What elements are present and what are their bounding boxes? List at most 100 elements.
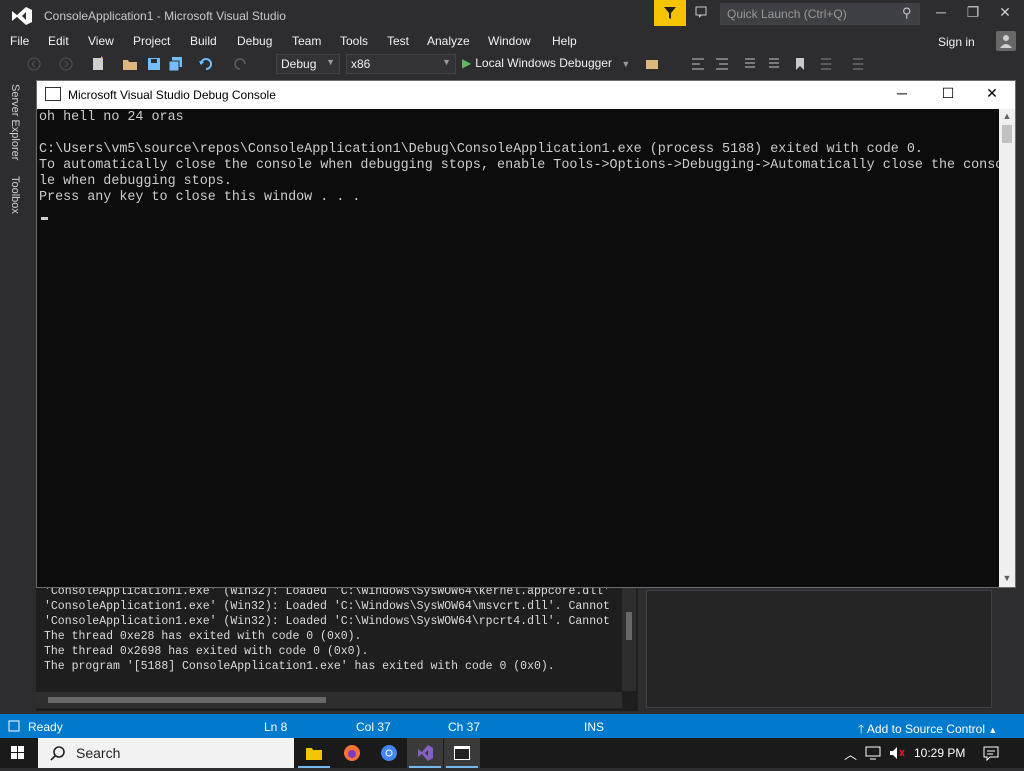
close-button[interactable]: ✕ <box>990 4 1020 24</box>
console-output[interactable]: oh hell no 24 oras C:\Users\vm5\source\r… <box>37 109 1003 587</box>
menu-test[interactable]: Test <box>387 34 409 48</box>
output-line: The program '[5188] ConsoleApplication1.… <box>44 660 555 673</box>
volume-muted-icon[interactable] <box>888 745 906 761</box>
step-icon[interactable] <box>690 56 706 72</box>
back-icon[interactable] <box>26 56 42 72</box>
search-icon <box>50 746 65 761</box>
tab-toolbox[interactable]: Toolbox <box>9 176 21 214</box>
console-scroll-thumb[interactable] <box>1002 125 1012 143</box>
menu-window[interactable]: Window <box>488 34 531 48</box>
debug-console-window[interactable]: Microsoft Visual Studio Debug Console ─ … <box>36 80 1016 588</box>
notification-center-icon[interactable] <box>982 745 1000 761</box>
status-bar: Ready Ln 8 Col 37 Ch 37 INS 🡑 Add to Sou… <box>0 714 1024 738</box>
taskbar-clock[interactable]: 10:29 PM <box>914 746 965 760</box>
save-icon[interactable] <box>146 56 162 72</box>
redo-icon[interactable] <box>232 56 248 72</box>
debug-target-icon[interactable] <box>644 56 660 72</box>
new-project-icon[interactable] <box>90 56 106 72</box>
feedback-icon[interactable] <box>694 4 714 24</box>
console-title: Microsoft Visual Studio Debug Console <box>68 88 276 102</box>
open-folder-icon[interactable] <box>122 56 138 72</box>
taskbar-visual-studio[interactable] <box>407 738 443 768</box>
notification-filter-icon[interactable] <box>654 0 686 26</box>
platform-dropdown[interactable]: x86 ▼ <box>346 54 456 74</box>
window-title: ConsoleApplication1 - Microsoft Visual S… <box>44 9 286 23</box>
taskbar-search-box[interactable]: Search <box>38 738 294 768</box>
right-tool-pane <box>646 590 992 708</box>
console-window-icon <box>454 746 470 760</box>
tab-server-explorer[interactable]: Server Explorer <box>9 84 21 160</box>
bookmark-icon[interactable] <box>792 56 808 72</box>
output-horizontal-scroll-thumb[interactable] <box>48 697 326 703</box>
console-maximize-button[interactable]: ☐ <box>925 85 971 105</box>
output-line: 'ConsoleApplication1.exe' (Win32): Loade… <box>44 615 610 628</box>
menu-edit[interactable]: Edit <box>48 34 69 48</box>
console-window-icon <box>45 87 61 101</box>
scroll-up-icon[interactable]: ▲ <box>999 111 1015 121</box>
scroll-down-icon[interactable]: ▼ <box>999 573 1015 583</box>
menu-file[interactable]: File <box>10 34 29 48</box>
console-line: le when debugging stops. <box>39 174 232 189</box>
menu-build[interactable]: Build <box>190 34 217 48</box>
prev-bookmark-icon[interactable] <box>818 56 834 72</box>
windows-logo-icon <box>11 746 24 759</box>
chevron-up-icon[interactable]: ︿ <box>844 744 857 763</box>
ready-icon <box>8 720 20 732</box>
run-label: Local Windows Debugger <box>475 56 612 70</box>
menu-debug[interactable]: Debug <box>237 34 272 48</box>
start-button[interactable] <box>0 738 36 768</box>
chevron-down-icon: ▼ <box>621 59 631 69</box>
side-tool-tabs: Server Explorer Toolbox <box>0 78 32 714</box>
output-vertical-scroll-thumb[interactable] <box>626 612 632 640</box>
console-minimize-button[interactable]: ─ <box>879 85 925 105</box>
start-debugging-button[interactable]: ▶ Local Windows Debugger ▼ <box>462 56 630 70</box>
menu-tools[interactable]: Tools <box>340 34 368 48</box>
source-control-label: Add to Source Control <box>866 722 985 736</box>
console-close-button[interactable]: ✕ <box>969 85 1015 105</box>
configuration-value: Debug <box>281 57 317 71</box>
search-icon[interactable]: ⚲ <box>902 5 912 21</box>
minimize-button[interactable]: ─ <box>926 4 956 24</box>
next-bookmark-icon[interactable] <box>850 56 866 72</box>
console-vertical-scrollbar[interactable] <box>999 109 1015 587</box>
taskbar-firefox[interactable] <box>334 738 370 768</box>
chrome-icon <box>381 745 397 761</box>
menu-team[interactable]: Team <box>292 34 321 48</box>
menu-help[interactable]: Help <box>552 34 577 48</box>
menu-project[interactable]: Project <box>133 34 170 48</box>
restore-button[interactable]: ❐ <box>958 4 988 24</box>
menu-bar: File Edit View Project Build Debug Team … <box>0 32 1024 52</box>
sign-in-link[interactable]: Sign in <box>938 35 975 49</box>
uncomment-icon[interactable] <box>766 56 782 72</box>
taskbar-console-window[interactable] <box>444 738 480 768</box>
status-line: Ln 8 <box>264 720 288 734</box>
console-title-bar[interactable]: Microsoft Visual Studio Debug Console ─ … <box>37 81 1015 109</box>
quick-launch-input[interactable]: Quick Launch (Ctrl+Q) <box>720 3 920 25</box>
forward-icon[interactable] <box>58 56 74 72</box>
format-icon[interactable] <box>714 56 730 72</box>
text-cursor <box>41 217 48 220</box>
configuration-dropdown[interactable]: Debug ▼ <box>276 54 340 74</box>
comment-icon[interactable] <box>742 56 758 72</box>
account-icon[interactable] <box>996 31 1016 51</box>
console-line: C:\Users\vm5\source\repos\ConsoleApplica… <box>39 142 923 157</box>
visual-studio-icon <box>418 745 433 761</box>
status-insert-mode: INS <box>584 720 605 734</box>
output-line: 'ConsoleApplication1.exe' (Win32): Loade… <box>44 600 610 613</box>
output-line: The thread 0xe28 has exited with code 0 … <box>44 630 362 643</box>
taskbar-file-explorer[interactable] <box>296 738 332 768</box>
file-explorer-icon <box>306 748 322 760</box>
status-column: Col 37 <box>356 720 391 734</box>
undo-icon[interactable] <box>198 56 214 72</box>
menu-analyze[interactable]: Analyze <box>427 34 470 48</box>
play-icon: ▶ <box>462 56 472 70</box>
arrow-up-icon: 🡑 <box>858 722 865 736</box>
title-bar: ConsoleApplication1 - Microsoft Visual S… <box>0 0 1024 32</box>
taskbar-chrome[interactable] <box>371 738 407 768</box>
visual-studio-logo-icon <box>12 7 32 25</box>
network-icon[interactable] <box>864 745 882 761</box>
console-line: Press any key to close this window . . . <box>39 190 361 205</box>
save-all-icon[interactable] <box>168 56 184 72</box>
menu-view[interactable]: View <box>88 34 114 48</box>
firefox-icon <box>344 745 360 761</box>
